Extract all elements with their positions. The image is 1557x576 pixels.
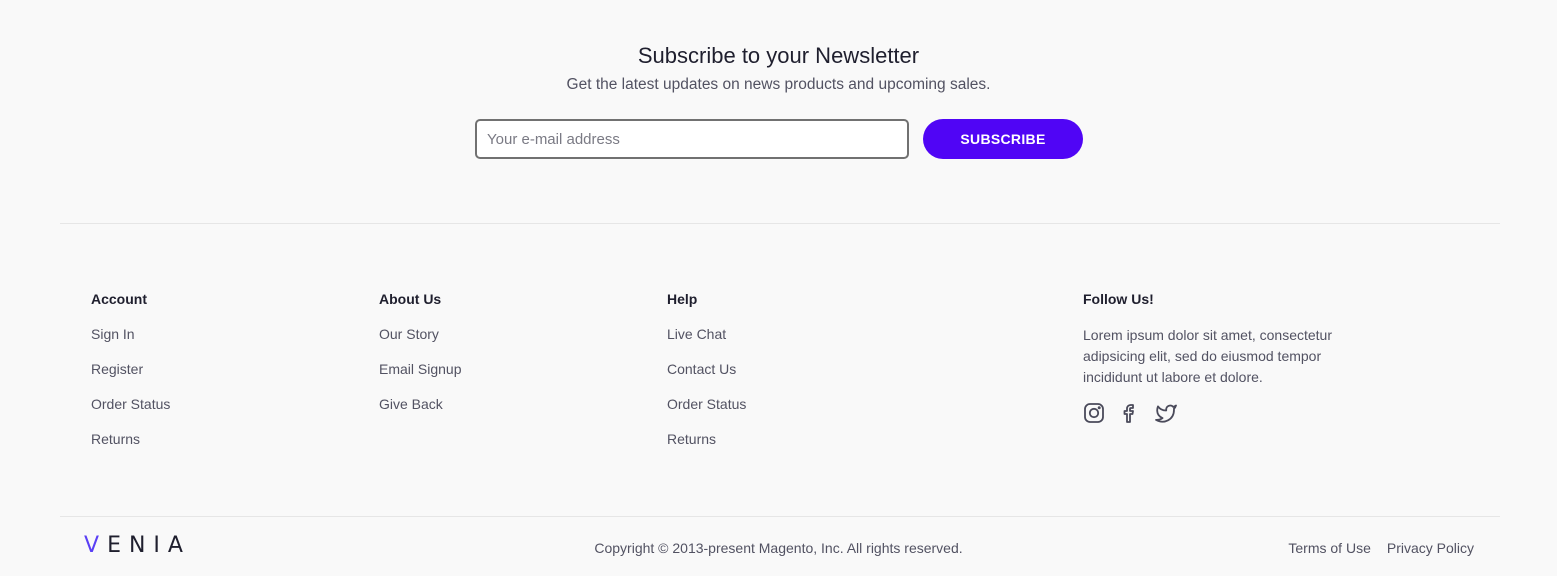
subscribe-button[interactable]: SUBSCRIBE	[923, 119, 1083, 159]
footer-column-about-us: About Us Our Story Email Signup Give Bac…	[379, 290, 462, 430]
column-heading: About Us	[379, 291, 442, 307]
footer-link-returns[interactable]: Returns	[91, 430, 170, 448]
follow-description: Lorem ipsum dolor sit amet, consectetur …	[1083, 327, 1332, 385]
social-links	[1083, 402, 1348, 424]
instagram-icon[interactable]	[1083, 402, 1105, 424]
newsletter-title: Subscribe to your Newsletter	[637, 43, 920, 68]
footer-link-email-signup[interactable]: Email Signup	[379, 360, 462, 378]
column-heading: Follow Us!	[1083, 291, 1154, 307]
footer-link-our-story[interactable]: Our Story	[379, 325, 462, 343]
legal-links: Terms of Use Privacy Policy	[1288, 540, 1474, 556]
column-heading: Account	[91, 291, 147, 307]
terms-of-use-link[interactable]: Terms of Use	[1288, 540, 1370, 556]
footer-link-give-back[interactable]: Give Back	[379, 395, 462, 413]
privacy-policy-link[interactable]: Privacy Policy	[1387, 540, 1474, 556]
footer-column-account: Account Sign In Register Order Status Re…	[91, 290, 170, 465]
footer-link-live-chat[interactable]: Live Chat	[667, 325, 746, 343]
footer-link-sign-in[interactable]: Sign In	[91, 325, 170, 343]
newsletter-subtitle: Get the latest updates on news products …	[566, 76, 991, 93]
section-divider	[60, 223, 1500, 224]
facebook-icon[interactable]	[1119, 402, 1141, 424]
footer-column-help: Help Live Chat Contact Us Order Status R…	[667, 290, 746, 465]
footer-link-order-status[interactable]: Order Status	[91, 395, 170, 413]
footer-link-contact-us[interactable]: Contact Us	[667, 360, 746, 378]
footer-divider	[60, 516, 1500, 517]
footer-link-register[interactable]: Register	[91, 360, 170, 378]
footer-link-returns[interactable]: Returns	[667, 430, 746, 448]
footer-link-order-status[interactable]: Order Status	[667, 395, 746, 413]
footer-column-follow: Follow Us! Lorem ipsum dolor sit amet, c…	[1083, 290, 1348, 424]
column-heading: Help	[667, 291, 698, 307]
email-input[interactable]	[475, 119, 909, 159]
twitter-icon[interactable]	[1155, 402, 1177, 424]
